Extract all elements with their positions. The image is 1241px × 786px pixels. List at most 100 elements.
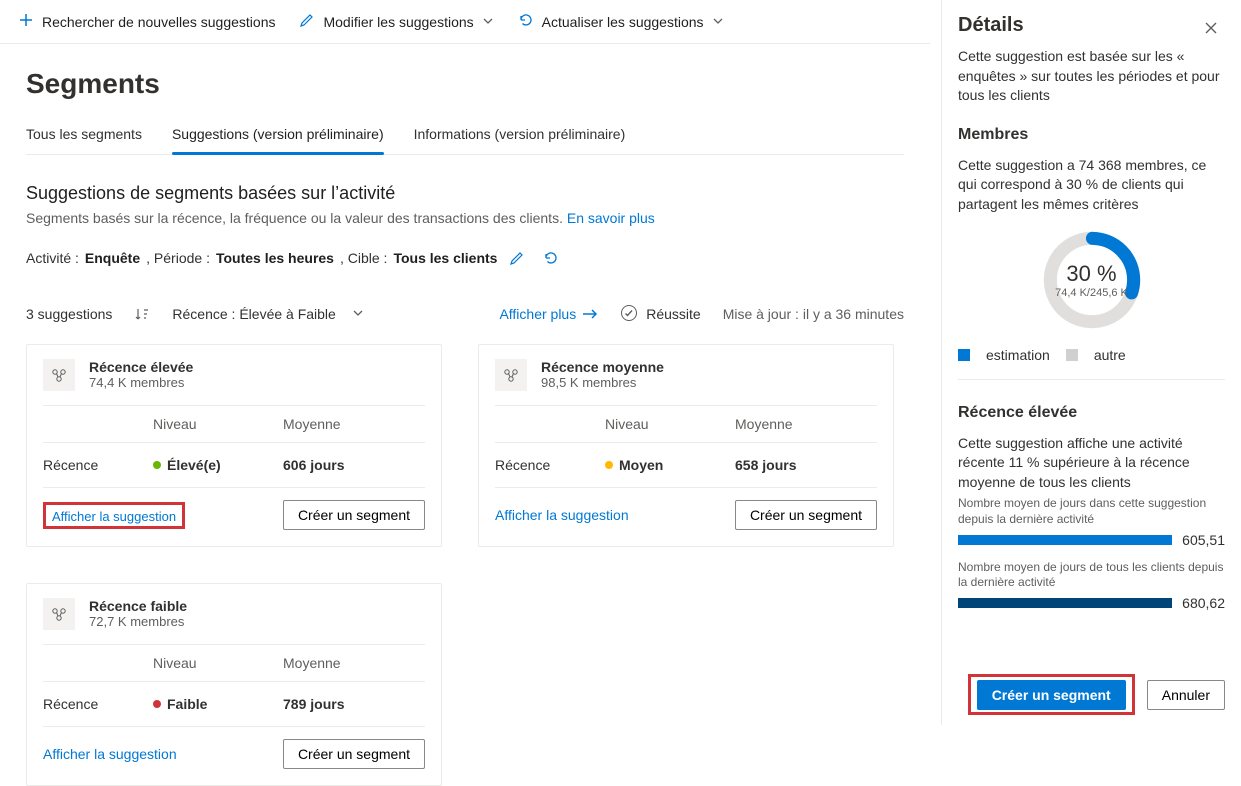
metric1-row: 605,51 (958, 532, 1225, 548)
modify-suggestions-button[interactable]: Modifier les suggestions (299, 12, 493, 31)
cards-container: Récence élevée 74,4 K membres Niveau Moy… (26, 344, 904, 786)
status: Réussite (620, 304, 700, 325)
card-title: Récence moyenne (541, 359, 664, 375)
activity-value: Enquête (85, 250, 140, 266)
chevron-down-icon (712, 14, 724, 30)
card-title: Récence élevée (89, 359, 193, 375)
donut-chart: 30 % 74,4 K/245,6 K (958, 219, 1225, 343)
refresh-suggestions-label: Actualiser les suggestions (542, 14, 704, 30)
recency-desc: Cette suggestion affiche une activité ré… (958, 434, 1225, 493)
level-header: Niveau (605, 416, 735, 432)
metric2-bar (958, 598, 1172, 608)
target-value: Tous les clients (393, 250, 497, 266)
edit-filters-button[interactable] (503, 244, 531, 272)
create-segment-button[interactable]: Créer un segment (283, 739, 425, 769)
target-label: , Cible : (340, 250, 387, 266)
suggestion-card: Récence faible 72,7 K membres Niveau Moy… (26, 583, 442, 786)
chevron-down-icon[interactable] (352, 306, 364, 322)
main-content: Segments Tous les segments Suggestions (… (0, 68, 930, 786)
updated: Mise à jour : il y a 36 minutes (723, 306, 904, 322)
view-suggestion-link[interactable]: Afficher la suggestion (495, 507, 629, 523)
period-value: Toutes les heures (216, 250, 334, 266)
refresh-icon (518, 12, 534, 31)
legend-estimation: estimation (986, 347, 1050, 363)
sort-label[interactable]: Récence : Élevée à Faible (172, 306, 335, 322)
sort-icon[interactable] (128, 300, 156, 328)
recency-title: Récence élevée (958, 404, 1225, 422)
tab-insights[interactable]: Informations (version préliminaire) (414, 118, 626, 154)
create-segment-button[interactable]: Créer un segment (283, 500, 425, 530)
metric1-label: Nombre moyen de jours dans cette suggest… (958, 496, 1225, 527)
updated-label: Mise à jour : (723, 306, 803, 322)
avg-value: 606 jours (283, 457, 425, 473)
modify-suggestions-label: Modifier les suggestions (323, 14, 473, 30)
pane-footer: Créer un segment Annuler (968, 674, 1225, 715)
pencil-icon (299, 12, 315, 31)
members-title: Membres (958, 126, 1225, 144)
section-title: Suggestions de segments basées sur l’act… (26, 183, 904, 204)
level-header: Niveau (153, 416, 283, 432)
section-desc-text: Segments basés sur la récence, la fréque… (26, 210, 567, 226)
chevron-down-icon (482, 14, 494, 30)
activity-label: Activité : (26, 250, 79, 266)
search-suggestions-button[interactable]: Rechercher de nouvelles suggestions (18, 12, 275, 31)
refresh-suggestions-button[interactable]: Actualiser les suggestions (518, 12, 724, 31)
status-dot-icon (153, 461, 161, 469)
tab-bar: Tous les segments Suggestions (version p… (26, 118, 904, 155)
create-segment-button[interactable]: Créer un segment (977, 680, 1126, 710)
updated-value: il y a 36 minutes (803, 306, 904, 322)
page-title: Segments (26, 68, 904, 100)
level-header: Niveau (153, 655, 283, 671)
level-value: Élevé(e) (153, 457, 283, 473)
check-icon (620, 304, 638, 325)
create-segment-button[interactable]: Créer un segment (735, 500, 877, 530)
legend-swatch-other (1066, 349, 1078, 361)
donut-legend: estimation autre (958, 347, 1225, 363)
members-desc: Cette suggestion a 74 368 membres, ce qu… (958, 156, 1225, 215)
show-more-label: Afficher plus (499, 306, 576, 322)
list-controls: 3 suggestions Récence : Élevée à Faible … (26, 300, 904, 328)
view-suggestion-highlight: Afficher la suggestion (43, 502, 185, 529)
suggestion-card: Récence élevée 74,4 K membres Niveau Moy… (26, 344, 442, 547)
learn-more-link[interactable]: En savoir plus (567, 210, 655, 226)
plus-icon (18, 12, 34, 31)
status-text: Réussite (646, 306, 700, 322)
show-more-link[interactable]: Afficher plus (499, 306, 598, 322)
donut-percent: 30 % (1066, 261, 1116, 287)
avg-header: Moyenne (735, 416, 877, 432)
command-bar: Rechercher de nouvelles suggestions Modi… (0, 0, 930, 44)
tab-suggestions[interactable]: Suggestions (version préliminaire) (172, 118, 384, 154)
close-icon[interactable] (1197, 14, 1225, 42)
refresh-filters-button[interactable] (537, 244, 565, 272)
card-title: Récence faible (89, 598, 187, 614)
count-text: 3 suggestions (26, 306, 112, 322)
level-value: Faible (153, 696, 283, 712)
avg-value: 789 jours (283, 696, 425, 712)
card-members: 98,5 K membres (541, 375, 664, 390)
legend-swatch-estimation (958, 349, 970, 361)
metric1-value: 605,51 (1182, 532, 1225, 548)
cancel-button[interactable]: Annuler (1147, 680, 1225, 710)
tab-all-segments[interactable]: Tous les segments (26, 118, 142, 154)
legend-other: autre (1094, 347, 1126, 363)
avg-value: 658 jours (735, 457, 877, 473)
metric2-row: 680,62 (958, 595, 1225, 611)
recency-label: Récence (43, 696, 153, 712)
view-suggestion-link[interactable]: Afficher la suggestion (43, 746, 177, 762)
segment-icon (495, 359, 527, 391)
segment-icon (43, 598, 75, 630)
status-dot-icon (605, 461, 613, 469)
period-label: , Période : (146, 250, 210, 266)
search-suggestions-label: Rechercher de nouvelles suggestions (42, 14, 275, 30)
metric2-value: 680,62 (1182, 595, 1225, 611)
suggestion-card: Récence moyenne 98,5 K membres Niveau Mo… (478, 344, 894, 547)
view-suggestion-link[interactable]: Afficher la suggestion (52, 509, 176, 524)
card-members: 72,7 K membres (89, 614, 187, 629)
metric1-bar (958, 535, 1172, 545)
card-members: 74,4 K membres (89, 375, 193, 390)
metric2-label: Nombre moyen de jours de tous les client… (958, 560, 1225, 591)
avg-header: Moyenne (283, 655, 425, 671)
status-dot-icon (153, 700, 161, 708)
donut-sub: 74,4 K/245,6 K (1055, 287, 1128, 299)
avg-header: Moyenne (283, 416, 425, 432)
